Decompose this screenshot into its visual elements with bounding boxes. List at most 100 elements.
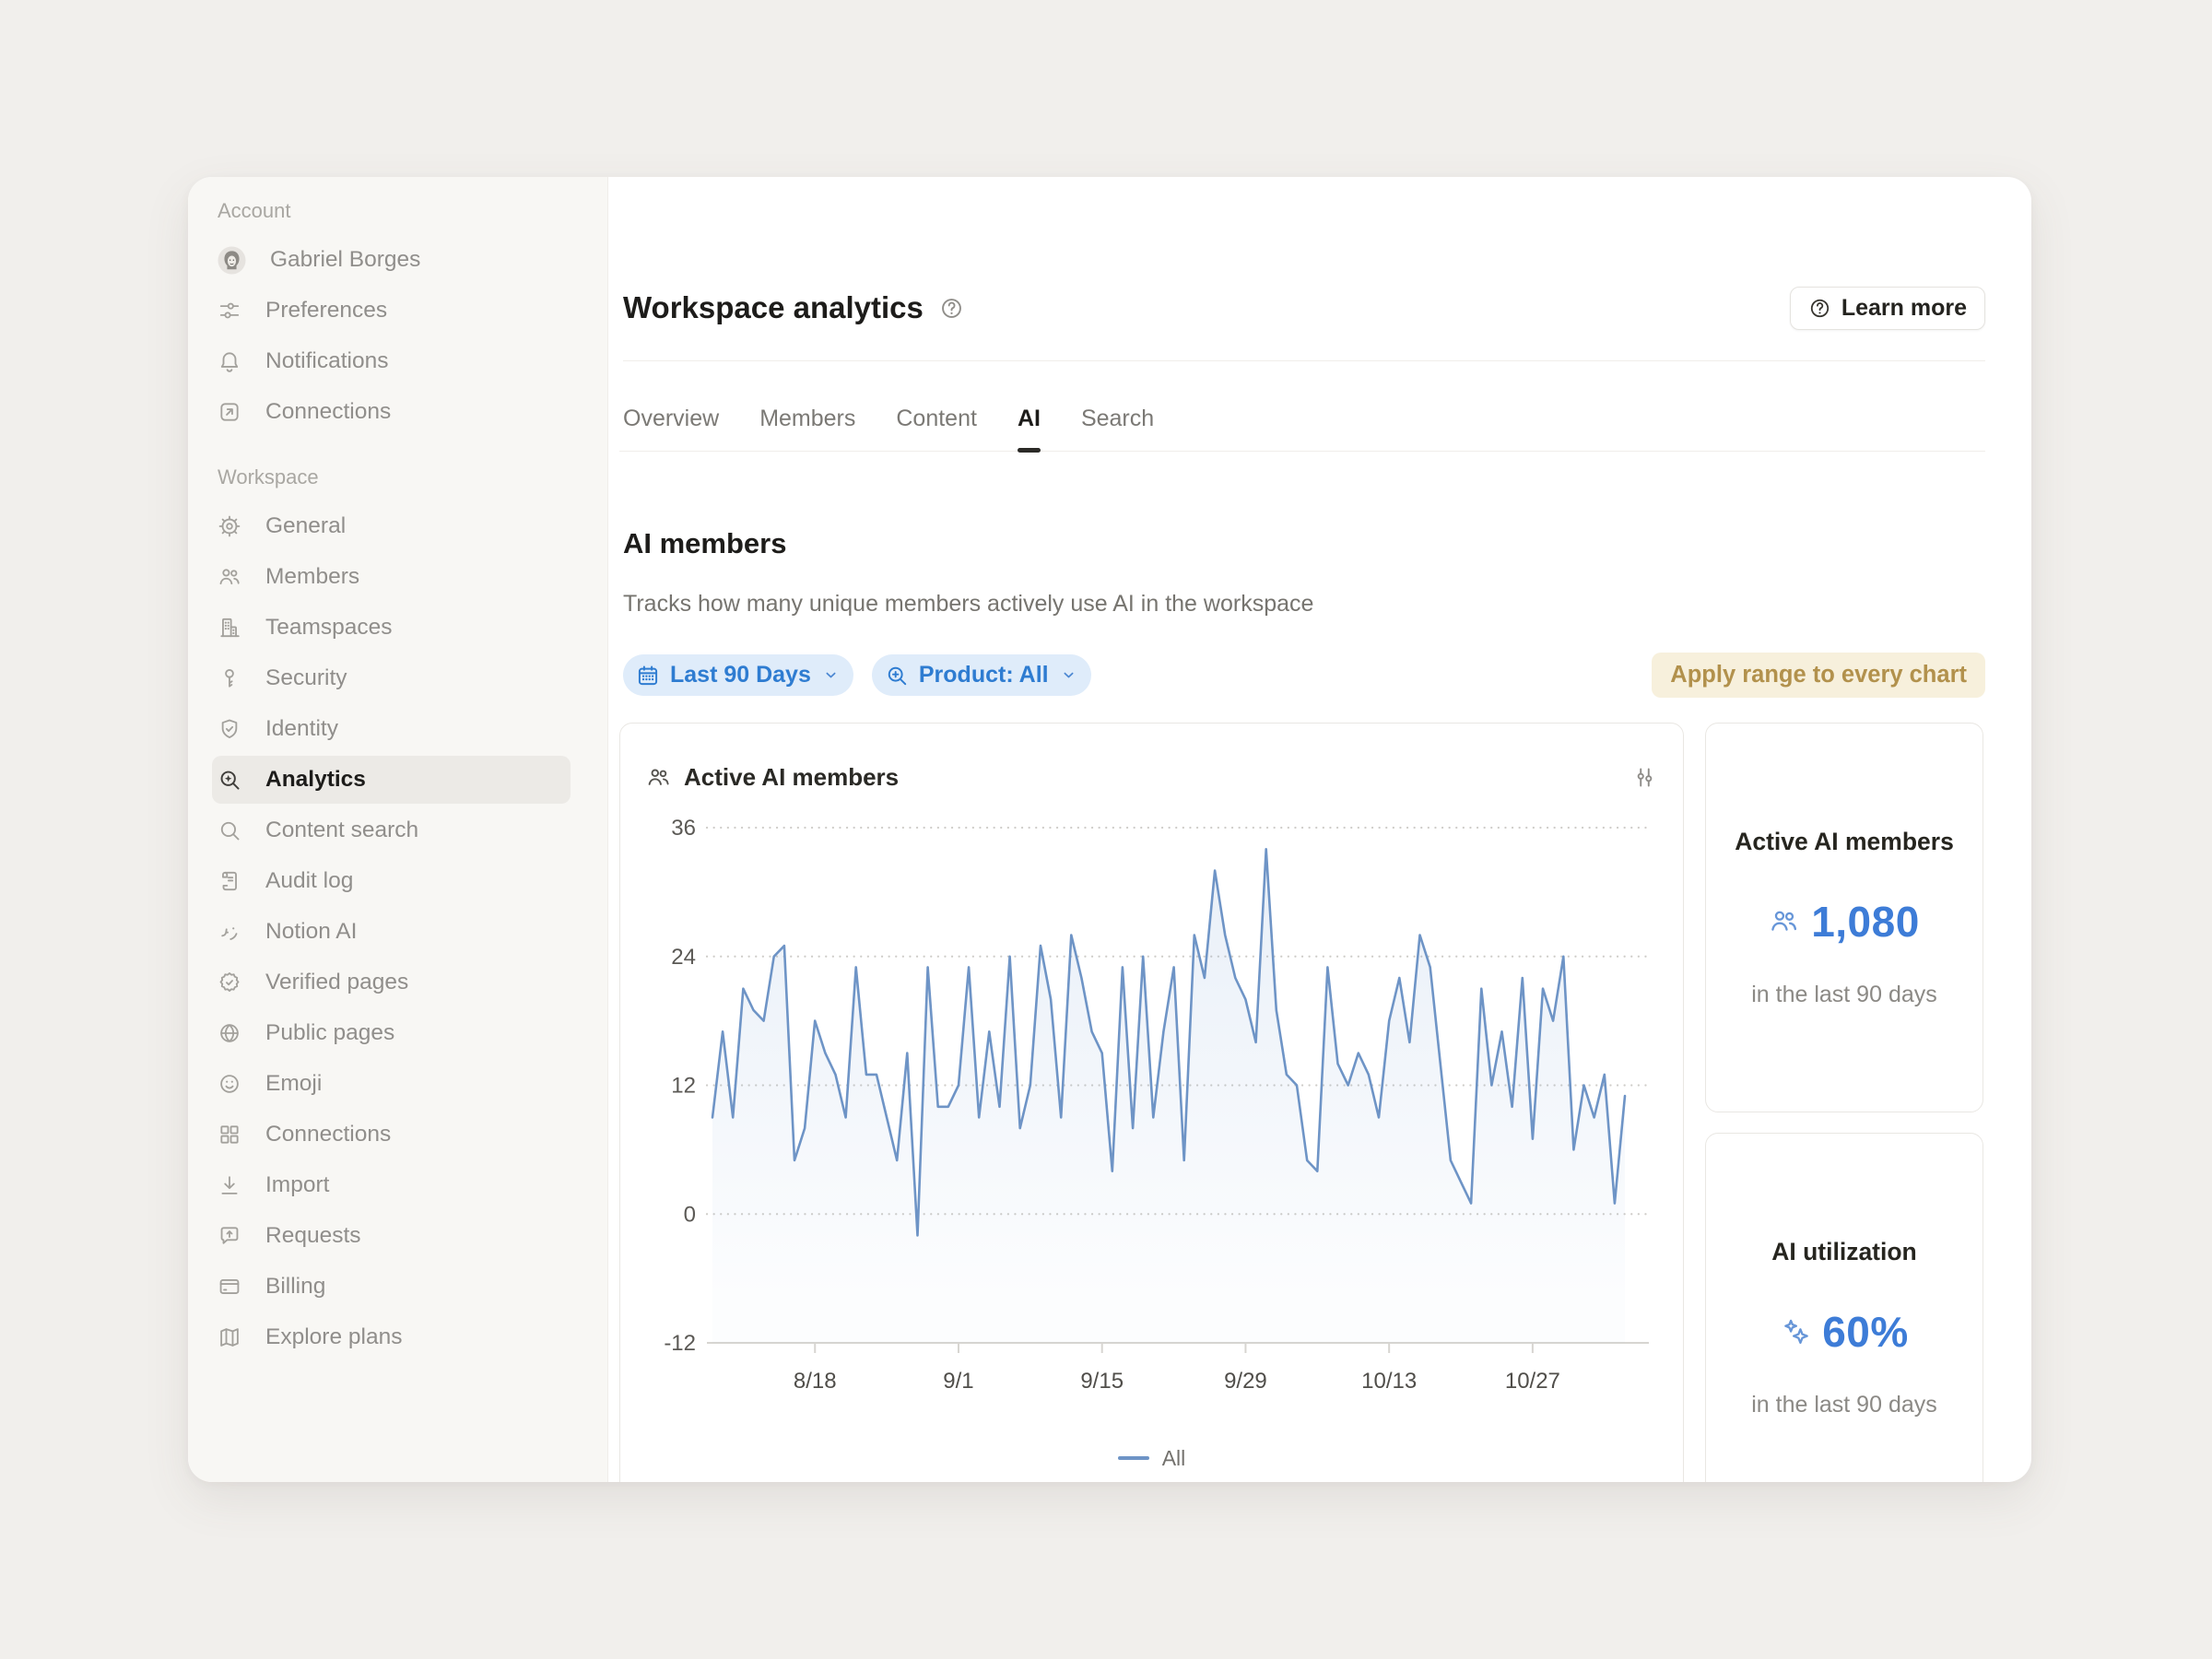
ai-face-icon bbox=[218, 920, 241, 944]
seal-check-icon bbox=[218, 971, 241, 994]
sidebar-item-members[interactable]: Members bbox=[212, 553, 571, 601]
sidebar-item-notifications[interactable]: Notifications bbox=[212, 337, 571, 385]
chart-card-header: Active AI members bbox=[646, 757, 1657, 797]
tab-content[interactable]: Content bbox=[896, 387, 977, 451]
sidebar-item-preferences[interactable]: Preferences bbox=[212, 287, 571, 335]
zoom-in-icon bbox=[885, 664, 909, 688]
svg-text:0: 0 bbox=[684, 1202, 696, 1227]
gear-icon bbox=[218, 514, 241, 538]
sidebar-item-audit-log[interactable]: Audit log bbox=[212, 857, 571, 905]
svg-text:8/18: 8/18 bbox=[794, 1369, 837, 1394]
sidebar-item-requests[interactable]: Requests bbox=[212, 1212, 571, 1260]
building-icon bbox=[218, 616, 241, 640]
page-header: Workspace analytics Learn more bbox=[619, 286, 1985, 330]
search-icon bbox=[218, 818, 241, 842]
request-icon bbox=[218, 1224, 241, 1248]
sidebar-item-label: Import bbox=[265, 1172, 329, 1198]
calendar-icon bbox=[636, 664, 660, 688]
tab-ai[interactable]: AI bbox=[1018, 387, 1041, 451]
chevron-down-icon bbox=[1060, 666, 1077, 684]
sidebar-item-import[interactable]: Import bbox=[212, 1161, 571, 1209]
tab-members[interactable]: Members bbox=[759, 387, 855, 451]
stat-card-active-ai-members: Active AI members1,080in the last 90 day… bbox=[1705, 723, 1983, 1112]
sidebar-item-label: Verified pages bbox=[265, 970, 408, 995]
sidebar-item-explore-plans[interactable]: Explore plans bbox=[212, 1313, 571, 1361]
sidebar-item-gabriel-borges[interactable]: Gabriel Borges bbox=[212, 236, 571, 284]
import-icon bbox=[218, 1173, 241, 1197]
sidebar-item-label: Identity bbox=[265, 716, 338, 742]
people-icon bbox=[646, 765, 671, 790]
svg-text:10/13: 10/13 bbox=[1361, 1369, 1417, 1394]
svg-text:12: 12 bbox=[671, 1074, 696, 1099]
main-content: Workspace analytics Learn more Overview M… bbox=[608, 177, 2031, 1482]
sidebar-item-label: Notion AI bbox=[265, 919, 357, 945]
people-icon bbox=[1769, 906, 1799, 936]
product-filter[interactable]: Product: All bbox=[872, 654, 1091, 696]
sidebar-item-label: General bbox=[265, 513, 346, 539]
sidebar-item-label: Connections bbox=[265, 399, 391, 425]
stat-caption: in the last 90 days bbox=[1751, 982, 1937, 1008]
sidebar-section-label: Account bbox=[218, 199, 607, 223]
sidebar-item-label: Billing bbox=[265, 1274, 325, 1300]
people-icon bbox=[218, 565, 241, 589]
sidebar-item-identity[interactable]: Identity bbox=[212, 705, 571, 753]
analytics-icon bbox=[218, 768, 241, 792]
stat-value: 60% bbox=[1822, 1307, 1909, 1357]
chart-card: Active AI members 3624120-128/189/19/159… bbox=[619, 723, 1684, 1482]
map-icon bbox=[218, 1325, 241, 1349]
svg-text:-12: -12 bbox=[664, 1331, 696, 1356]
sidebar-item-connections[interactable]: Connections bbox=[212, 388, 571, 436]
sidebar-item-label: Emoji bbox=[265, 1071, 322, 1097]
sidebar-item-label: Content search bbox=[265, 818, 418, 843]
apply-range-button[interactable]: Apply range to every chart bbox=[1652, 653, 1985, 698]
shield-check-icon bbox=[218, 717, 241, 741]
arrow-out-icon bbox=[218, 400, 241, 424]
sidebar-item-security[interactable]: Security bbox=[212, 654, 571, 702]
chart-title: Active AI members bbox=[684, 763, 899, 792]
smiley-icon bbox=[218, 1072, 241, 1096]
sidebar-item-label: Explore plans bbox=[265, 1324, 402, 1350]
tab-overview[interactable]: Overview bbox=[623, 387, 719, 451]
sidebar-item-content-search[interactable]: Content search bbox=[212, 806, 571, 854]
sparkles-icon bbox=[1780, 1316, 1810, 1347]
tab-search[interactable]: Search bbox=[1081, 387, 1154, 451]
sidebar-item-emoji[interactable]: Emoji bbox=[212, 1060, 571, 1108]
help-icon[interactable] bbox=[939, 296, 964, 321]
settings-window: Account Gabriel Borges Preferences Notifica… bbox=[188, 177, 2031, 1482]
sidebar-item-analytics[interactable]: Analytics bbox=[212, 756, 571, 804]
sidebar-item-notion-ai[interactable]: Notion AI bbox=[212, 908, 571, 956]
avatar bbox=[218, 246, 246, 275]
tab-bar: Overview Members Content AI Search bbox=[619, 361, 1985, 452]
sidebar-item-label: Notifications bbox=[265, 348, 388, 374]
sidebar-item-billing[interactable]: Billing bbox=[212, 1263, 571, 1311]
sidebar-item-label: Gabriel Borges bbox=[270, 247, 420, 273]
legend-line-swatch bbox=[1118, 1456, 1149, 1460]
stat-card-ai-utilization: AI utilization60%in the last 90 days bbox=[1705, 1133, 1983, 1482]
sidebar: Account Gabriel Borges Preferences Notifica… bbox=[188, 177, 608, 1482]
sidebar-item-connections[interactable]: Connections bbox=[212, 1111, 571, 1159]
sidebar-section-label: Workspace bbox=[218, 465, 607, 489]
legend-label: All bbox=[1162, 1446, 1186, 1471]
svg-text:9/1: 9/1 bbox=[943, 1369, 973, 1394]
chart-settings-icon[interactable] bbox=[1632, 765, 1657, 790]
stat-column: Active AI members1,080in the last 90 day… bbox=[1705, 723, 1983, 1482]
sidebar-item-public-pages[interactable]: Public pages bbox=[212, 1009, 571, 1057]
sidebar-item-label: Audit log bbox=[265, 868, 353, 894]
sidebar-item-general[interactable]: General bbox=[212, 502, 571, 550]
bell-icon bbox=[218, 349, 241, 373]
date-range-filter[interactable]: Last 90 Days bbox=[623, 654, 853, 696]
stat-title: AI utilization bbox=[1771, 1238, 1917, 1266]
chevron-down-icon bbox=[822, 666, 840, 684]
svg-text:24: 24 bbox=[671, 945, 696, 970]
sidebar-item-label: Teamspaces bbox=[265, 615, 393, 641]
svg-text:10/27: 10/27 bbox=[1505, 1369, 1560, 1394]
section-title: AI members bbox=[623, 527, 1985, 560]
active-ai-members-line-chart: 3624120-128/189/19/159/2910/1310/27 bbox=[646, 806, 1657, 1442]
sidebar-item-label: Preferences bbox=[265, 298, 387, 324]
learn-more-button[interactable]: Learn more bbox=[1790, 287, 1985, 330]
chart-legend: All bbox=[646, 1444, 1657, 1472]
sidebar-item-teamspaces[interactable]: Teamspaces bbox=[212, 604, 571, 652]
sidebar-item-label: Public pages bbox=[265, 1020, 394, 1046]
stat-value: 1,080 bbox=[1811, 897, 1920, 947]
sidebar-item-verified-pages[interactable]: Verified pages bbox=[212, 959, 571, 1006]
